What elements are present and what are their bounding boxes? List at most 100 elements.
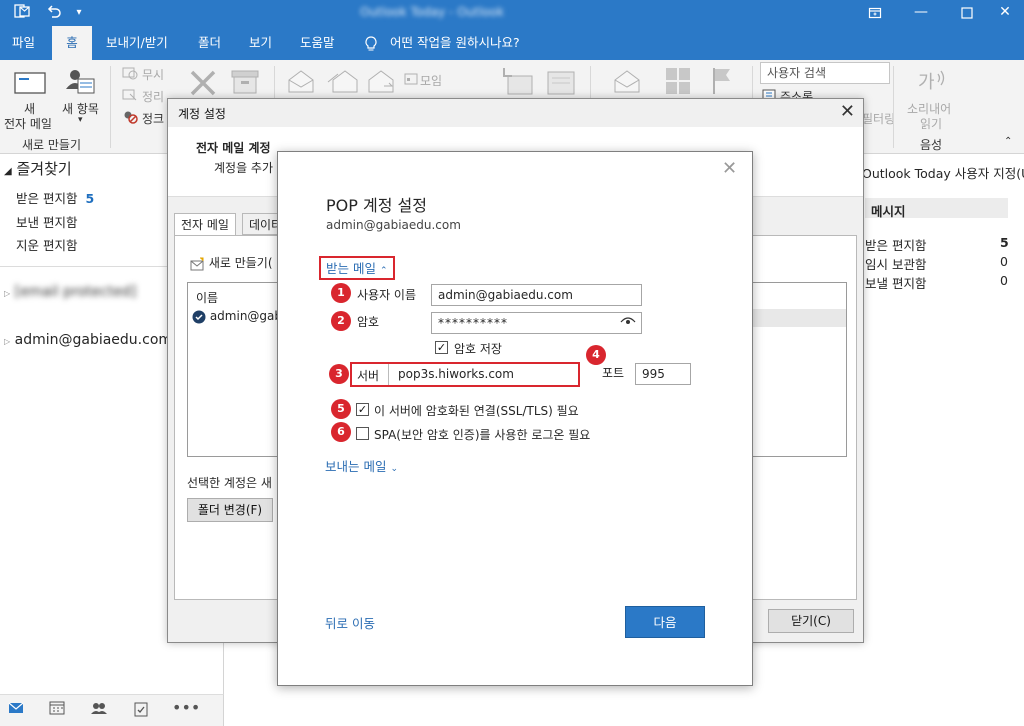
- selected-account-note: 선택한 계정은 새: [187, 476, 272, 490]
- people-icon[interactable]: [88, 701, 110, 721]
- move-icon[interactable]: [500, 66, 534, 99]
- cleanup-button[interactable]: 정리: [142, 88, 164, 105]
- more-icon[interactable]: •••: [172, 700, 200, 721]
- window-title: Outlook Today - Outlook: [360, 5, 504, 19]
- tab-send-receive[interactable]: 보내기/받기: [106, 26, 168, 60]
- ribbon-tabs: 파일 홈 보내기/받기 폴더 보기 도움말 어떤 작업을 원하시나요?: [0, 26, 1024, 60]
- today-row-outbox[interactable]: 보낼 편지함: [865, 273, 926, 292]
- pop-dialog-email: admin@gabiaedu.com: [326, 218, 461, 232]
- folder-deleted[interactable]: 지운 편지함: [16, 235, 77, 254]
- today-row-drafts[interactable]: 임시 보관함: [865, 254, 926, 273]
- port-field[interactable]: 995: [635, 363, 691, 385]
- search-people-input[interactable]: 사용자 검색: [760, 62, 890, 84]
- reply-all-icon[interactable]: [326, 68, 360, 97]
- tab-email[interactable]: 전자 메일: [174, 213, 236, 237]
- save-password-label: 암호 저장: [454, 342, 502, 356]
- tab-file[interactable]: 파일: [12, 26, 35, 60]
- save-password-checkbox[interactable]: ✓: [435, 341, 448, 354]
- undo-icon[interactable]: [44, 3, 64, 23]
- close-button[interactable]: 닫기(C): [768, 609, 854, 633]
- lightbulb-icon: [364, 26, 378, 60]
- categorize-icon[interactable]: [664, 66, 692, 99]
- ignore-button[interactable]: 무시: [142, 66, 164, 83]
- tab-folder[interactable]: 폴더: [198, 26, 221, 60]
- folder-inbox[interactable]: 받은 편지함 5: [16, 188, 94, 207]
- username-field[interactable]: admin@gabiaedu.com: [431, 284, 642, 306]
- junk-button[interactable]: 정크: [142, 110, 164, 127]
- change-folder-button[interactable]: 폴더 변경(F): [187, 498, 273, 522]
- server-label: 서버: [357, 369, 380, 383]
- folder-sent[interactable]: 보낸 편지함: [16, 212, 77, 231]
- quick-access-dropdown-icon[interactable]: ▾: [72, 3, 86, 23]
- cleanup-icon: [122, 88, 138, 105]
- collapse-ribbon-icon[interactable]: ⌃: [1004, 136, 1012, 147]
- favorites-header[interactable]: ◢ 즐겨찾기: [4, 158, 72, 179]
- close-icon[interactable]: ✕: [986, 0, 1024, 26]
- account-list-row[interactable]: admin@gab: [192, 309, 282, 324]
- close-icon[interactable]: ✕: [840, 101, 855, 122]
- column-header-name[interactable]: 이름: [196, 289, 218, 306]
- expand-triangle-icon: ▷: [4, 337, 11, 346]
- step-badge-1: 1: [331, 283, 351, 303]
- tab-home[interactable]: 홈: [52, 26, 92, 60]
- chevron-up-icon: ⌃: [379, 266, 388, 276]
- password-field[interactable]: **********: [431, 312, 642, 334]
- outlook-app-icon[interactable]: [12, 3, 32, 23]
- chevron-down-icon: ⌄: [390, 464, 399, 474]
- read-unread-icon[interactable]: [612, 68, 642, 97]
- archive-icon[interactable]: [230, 68, 260, 99]
- filter-email-button[interactable]: 필터링: [862, 110, 895, 127]
- follow-up-flag-icon[interactable]: [710, 66, 734, 99]
- back-link[interactable]: 뒤로 이동: [325, 613, 375, 632]
- spa-label: SPA(보안 암호 인증)를 사용한 로그온 필요: [374, 428, 591, 442]
- mail-icon[interactable]: [5, 701, 27, 721]
- calendar-icon[interactable]: [46, 701, 68, 721]
- meeting-icon: [404, 72, 418, 89]
- new-email-label-2[interactable]: 전자 메일: [4, 115, 52, 132]
- show-password-eye-icon[interactable]: [620, 316, 636, 331]
- spa-checkbox[interactable]: [356, 427, 369, 440]
- next-button[interactable]: 다음: [625, 606, 705, 638]
- close-icon[interactable]: ✕: [722, 158, 737, 179]
- meeting-button[interactable]: 모임: [420, 72, 442, 89]
- ssl-checkbox[interactable]: ✓: [356, 403, 369, 416]
- tell-me-search[interactable]: 어떤 작업을 원하시나요?: [390, 26, 520, 60]
- server-field[interactable]: pop3s.hiworks.com: [398, 367, 514, 381]
- ignore-icon: [122, 66, 138, 83]
- read-aloud-icon[interactable]: 가: [916, 68, 946, 97]
- ribbon-separator: [893, 66, 894, 148]
- rules-icon[interactable]: [546, 68, 576, 99]
- account-header-gabiaedu[interactable]: ▷ admin@gabiaedu.com: [4, 332, 172, 348]
- new-account-button[interactable]: 새로 만들기(: [189, 254, 273, 271]
- read-aloud-label-2: 읽기: [920, 117, 943, 131]
- username-label: 사용자 이름: [357, 288, 417, 302]
- delete-icon[interactable]: [188, 68, 218, 101]
- minimize-icon[interactable]: —: [898, 0, 944, 26]
- incoming-mail-section[interactable]: 받는 메일 ⌃: [319, 256, 395, 280]
- new-items-dropdown-icon[interactable]: ▾: [78, 115, 83, 125]
- new-items-icon[interactable]: [64, 67, 96, 100]
- today-row-inbox-count: 5: [1000, 235, 1009, 250]
- today-row-drafts-count: 0: [1000, 254, 1008, 269]
- reply-icon[interactable]: [286, 68, 316, 97]
- junk-icon: [122, 110, 138, 127]
- outgoing-mail-section[interactable]: 보내는 메일 ⌄: [325, 456, 398, 475]
- restore-icon[interactable]: [852, 0, 898, 26]
- step-badge-6: 6: [331, 422, 351, 442]
- account-header-blurred[interactable]: ▷ [email protected]: [4, 284, 136, 300]
- maximize-icon[interactable]: [944, 0, 990, 26]
- header-subtitle: 계정을 추가: [214, 161, 274, 175]
- forward-icon[interactable]: [366, 68, 396, 97]
- new-email-icon[interactable]: [14, 70, 46, 99]
- tab-view[interactable]: 보기: [249, 26, 272, 60]
- today-row-inbox[interactable]: 받은 편지함: [865, 235, 926, 254]
- customize-outlook-today-link[interactable]: Outlook Today 사용자 지정(U) ...: [862, 163, 1024, 182]
- tab-help[interactable]: 도움말: [300, 26, 335, 60]
- dialog-title: 계정 설정: [178, 107, 226, 121]
- step-badge-4: 4: [586, 345, 606, 365]
- inbox-unread-count: 5: [85, 191, 95, 206]
- group-speech-label: 음성: [920, 138, 943, 152]
- today-row-outbox-count: 0: [1000, 273, 1008, 288]
- tasks-icon[interactable]: [130, 701, 152, 721]
- port-label: 포트: [602, 366, 625, 380]
